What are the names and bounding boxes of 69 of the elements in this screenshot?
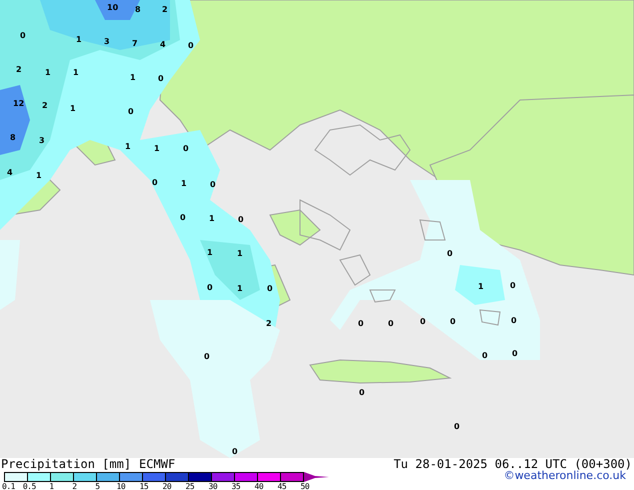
precipitation-value: 4 (7, 169, 13, 177)
scale-tick-label: 20 (162, 482, 172, 490)
precipitation-value: 0 (359, 389, 365, 397)
scale-tick-label: 35 (232, 482, 240, 490)
valid-time: Tu 28-01-2025 06..12 UTC (00+300) (394, 458, 632, 471)
precipitation-value: 8 (10, 134, 16, 142)
precipitation-value: 1 (70, 105, 76, 113)
precipitation-value: 0 (180, 214, 186, 222)
scale-tick-label: 30 (208, 482, 218, 490)
precipitation-value: 1 (125, 143, 131, 151)
scale-tick-label: 5 (95, 482, 100, 490)
precipitation-value: 1 (45, 69, 51, 77)
precipitation-value: 0 (128, 108, 134, 116)
precipitation-value: 0 (207, 284, 213, 292)
scale-tick-label: 0.1 (2, 482, 15, 490)
precipitation-value: 12 (13, 100, 24, 108)
precipitation-value: 0 (482, 352, 488, 360)
scale-tick-label: 25 (186, 482, 194, 490)
scale-tick-label: 2 (72, 482, 77, 490)
precipitation-value: 0 (510, 282, 516, 290)
precipitation-value: 1 (76, 36, 82, 44)
precipitation-value: 1 (478, 283, 484, 291)
scale-tick-label: 40 (254, 482, 264, 490)
precipitation-value: 7 (132, 40, 138, 48)
precipitation-value: 1 (73, 69, 79, 77)
precipitation-value: 0 (512, 350, 518, 358)
precipitation-value: 0 (232, 448, 238, 456)
precipitation-value: 4 (160, 41, 166, 49)
precipitation-value: 0 (204, 353, 210, 361)
precipitation-value: 1 (237, 285, 243, 293)
precipitation-value: 0 (388, 320, 394, 328)
precipitation-value: 1 (207, 249, 213, 257)
precipitation-value: 0 (152, 179, 158, 187)
precipitation-value: 1 (209, 215, 215, 223)
model-name: ECMWF (139, 458, 176, 471)
precipitation-value: 2 (16, 66, 22, 74)
scale-tick-label: 45 (278, 482, 286, 490)
precipitation-value: 0 (238, 216, 244, 224)
precipitation-value: 8 (135, 6, 141, 14)
precipitation-value: 10 (107, 4, 118, 12)
precipitation-value: 0 (188, 42, 194, 50)
precipitation-value: 0 (267, 285, 273, 293)
precipitation-value: 0 (210, 181, 216, 189)
scale-tick-label: 10 (116, 482, 126, 490)
scale-tick-label: 15 (140, 482, 148, 490)
precipitation-value: 3 (104, 38, 110, 46)
precipitation-value: 2 (42, 102, 48, 110)
precipitation-value: 0 (420, 318, 426, 326)
precipitation-value: 0 (158, 75, 164, 83)
precipitation-value: 0 (20, 32, 26, 40)
precipitation-value: 0 (183, 145, 189, 153)
precipitation-value: 1 (154, 145, 160, 153)
precipitation-value: 0 (450, 318, 456, 326)
precipitation-value: 0 (511, 317, 517, 325)
scale-tick-label: 50 (300, 482, 310, 490)
precipitation-value: 0 (358, 320, 364, 328)
precipitation-value: 0 (447, 250, 453, 258)
precipitation-value: 3 (39, 137, 45, 145)
scale-tick-label: 0.5 (22, 482, 36, 490)
legend-title: Precipitation [mm] (1, 458, 132, 471)
credit-link[interactable]: ©weatheronline.co.uk (504, 470, 626, 482)
precipitation-value: 1 (181, 180, 187, 188)
precipitation-value: 1 (237, 250, 243, 258)
precipitation-value: 2 (266, 320, 272, 328)
scale-tick-label: 1 (49, 482, 54, 490)
precipitation-value: 1 (36, 172, 42, 180)
precipitation-value: 0 (454, 423, 460, 431)
precipitation-value: 2 (162, 6, 168, 14)
precipitation-value: 1 (130, 74, 136, 82)
